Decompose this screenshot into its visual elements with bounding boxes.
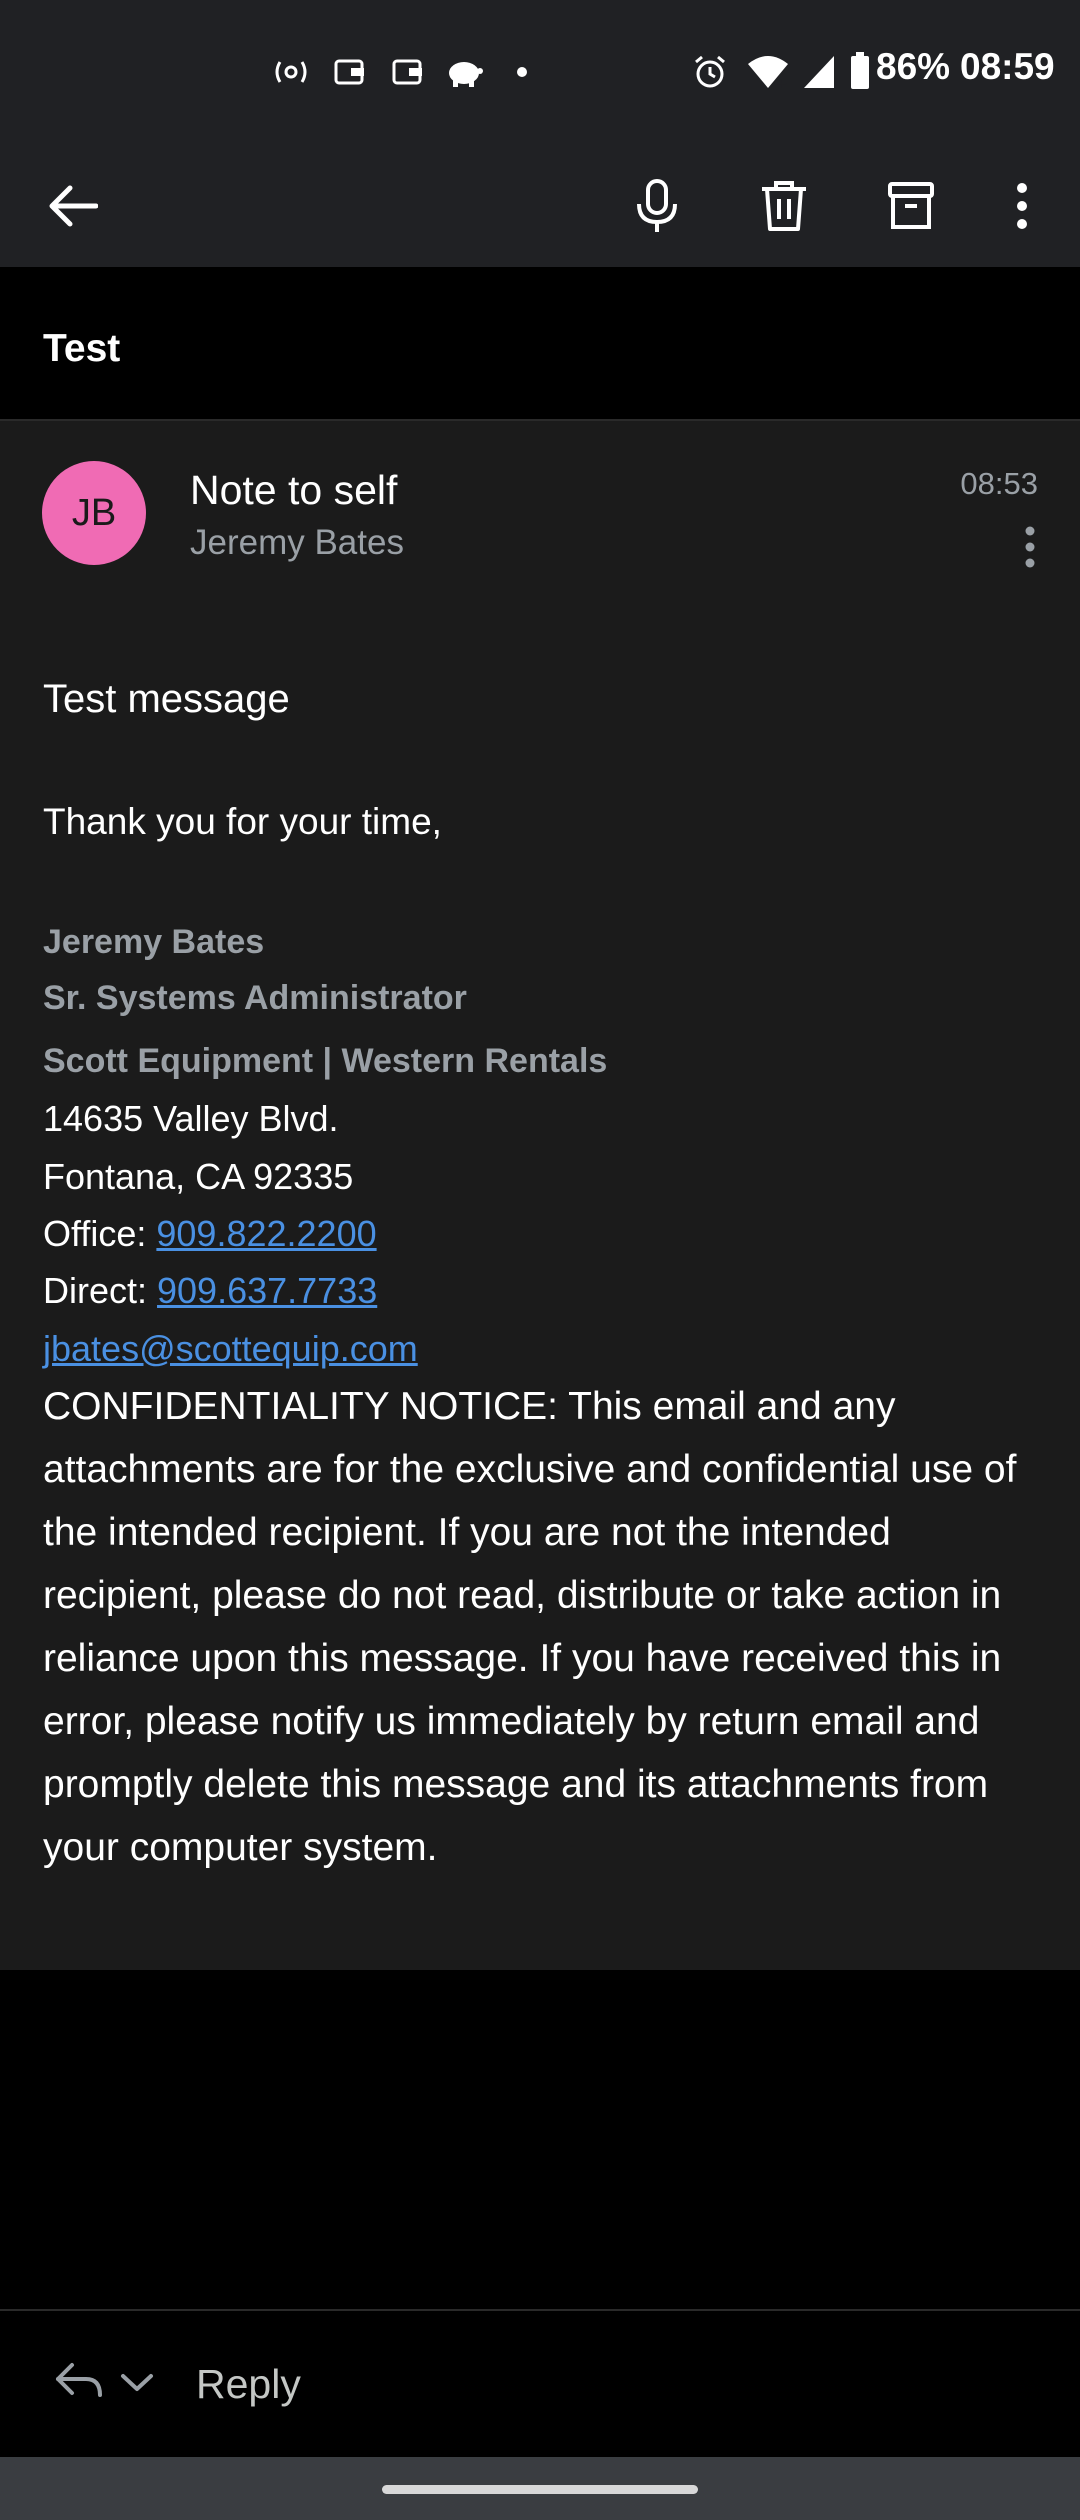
status-bar: + 86% 08:59 [0,0,1080,145]
alarm-icon [695,55,725,88]
body-text: Test message [43,677,290,721]
archive-button[interactable] [861,145,961,267]
more-options-button[interactable] [972,145,1072,267]
signature-title: Sr. Systems Administrator [43,979,467,1017]
email-view-screen: + 86% 08:59 Test JB Note to self Jeremy … [0,0,1080,2520]
battery-icon [851,52,869,89]
trash-icon [762,181,806,231]
avatar[interactable]: JB [42,461,146,565]
back-button[interactable] [22,145,122,267]
reply-bar: Reply [0,2311,1080,2457]
signature-address1: 14635 Valley Blvd. [43,1098,339,1139]
delete-button[interactable] [734,145,834,267]
wifi-icon: + [748,56,788,90]
wallet-icon [334,59,364,85]
clock-time: 08:59 [960,46,1055,87]
direct-phone-link[interactable]: 909.637.7733 [157,1270,377,1311]
confidentiality-notice: CONFIDENTIALITY NOTICE: This email and a… [43,1385,1017,1869]
direct-label: Direct: [43,1270,158,1311]
message-card: JB Note to self Jeremy Bates 08:53 Test … [0,421,1080,1970]
chevron-down-icon[interactable] [120,2373,154,2393]
more-vert-icon [1025,526,1035,568]
battery-percent: 86% [876,46,951,87]
signature-name: Jeremy Bates [43,923,265,961]
signature-office: Office: 909.822.2200 [43,1213,377,1255]
reply-icon[interactable] [54,2361,104,2401]
email-link[interactable]: jbates@scottequip.com [43,1328,418,1370]
wallet-icon [392,59,422,85]
signature-company: Scott Equipment | Western Rentals [43,1042,608,1080]
message-time: 08:53 [960,466,1038,501]
radio-icon [275,61,307,83]
office-phone-link[interactable]: 909.822.2200 [156,1213,376,1254]
signature-direct: Direct: 909.637.7733 [43,1270,377,1312]
email-subject: Test [43,327,121,370]
sender-name[interactable]: Note to self [190,467,397,514]
back-arrow-icon [49,185,98,227]
signature-address2: Fontana, CA 92335 [43,1156,354,1197]
reply-button[interactable]: Reply [196,2361,301,2408]
more-vert-icon [1017,183,1027,229]
toolbar [0,145,1080,267]
signal-icon [804,56,834,88]
svg-text:+: + [776,76,788,90]
home-gesture-handle[interactable] [382,2485,698,2494]
dictate-button[interactable] [607,145,707,267]
office-label: Office: [43,1213,157,1254]
dot-icon [517,67,527,77]
microphone-icon [637,179,677,232]
archive-icon [888,182,934,229]
subject-bar: Test [0,267,1080,421]
body-closing: Thank you for your time, [43,801,442,842]
sender-from[interactable]: Jeremy Bates [190,523,404,563]
navigation-bar [0,2457,1080,2520]
message-more-button[interactable] [1010,517,1050,577]
piggy-bank-icon [449,62,483,87]
